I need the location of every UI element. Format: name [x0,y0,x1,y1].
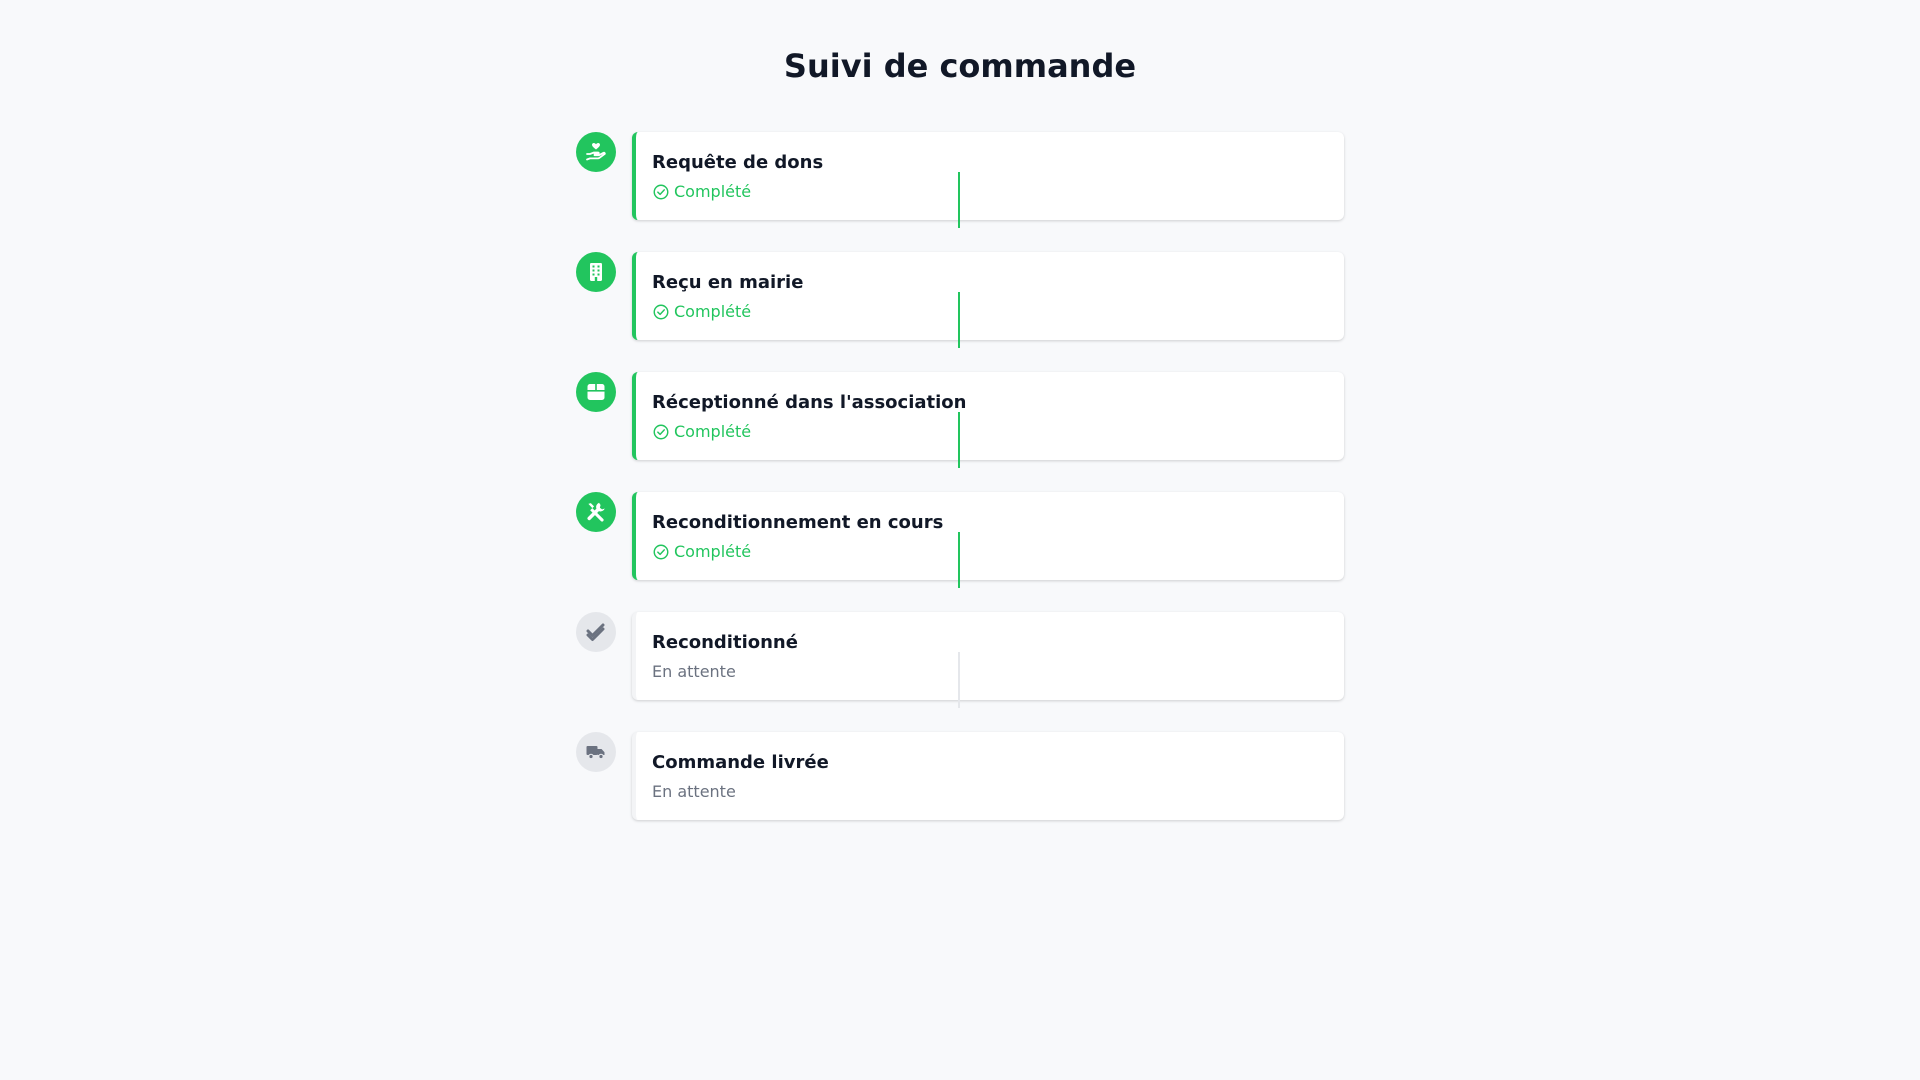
check-circle-icon [653,304,669,320]
step-status-label: En attente [652,662,736,681]
check-circle-icon [653,184,669,200]
step-title: Reconditionnement en cours [652,512,944,533]
timeline-step: Commande livrée En attente [0,732,1920,822]
check-circle-icon [653,544,669,560]
step-title: Reconditionné [652,632,798,653]
step-card-recu-mairie: Reçu en mairie Complété [632,252,1344,340]
step-status-label: En attente [652,782,736,801]
step-card-receptionne-association: Réceptionné dans l'association Complété [632,372,1344,460]
box-icon [576,372,616,412]
timeline-connector [958,172,960,228]
step-title: Reçu en mairie [652,272,804,293]
step-status: Complété [652,422,751,442]
page-title: Suivi de commande [783,47,1137,85]
tools-icon [576,492,616,532]
step-card-requete-dons: Requête de dons Complété [632,132,1344,220]
step-card-reconditionnement-en-cours: Reconditionnement en cours Complété [632,492,1344,580]
step-card-commande-livree: Commande livrée En attente [632,732,1344,820]
step-status-label: Complété [674,302,752,321]
double-check-icon [576,612,616,652]
timeline-step: Reconditionnement en cours Complété [0,492,1920,588]
timeline-step: Reçu en mairie Complété [0,252,1920,348]
building-icon [576,252,616,292]
timeline-connector [958,412,960,468]
step-title: Commande livrée [652,752,829,773]
truck-icon [576,732,616,772]
step-status-label: Complété [674,422,752,441]
step-status: Complété [652,302,751,322]
hand-heart-icon [576,132,616,172]
timeline-step: Réceptionné dans l'association Complété [0,372,1920,468]
step-title: Réceptionné dans l'association [652,392,967,413]
step-status-label: Complété [674,182,752,201]
timeline-connector [958,292,960,348]
check-circle-icon [653,424,669,440]
timeline-connector [958,532,960,588]
step-card-reconditionne: Reconditionné En attente [632,612,1344,700]
step-status: Complété [652,542,751,562]
timeline-connector [958,652,960,708]
timeline-step: Requête de dons Complété [0,132,1920,228]
step-status: En attente [652,782,736,802]
step-status: Complété [652,182,751,202]
step-status: En attente [652,662,736,682]
step-status-label: Complété [674,542,752,561]
step-title: Requête de dons [652,152,824,173]
timeline-step: Reconditionné En attente [0,612,1920,708]
